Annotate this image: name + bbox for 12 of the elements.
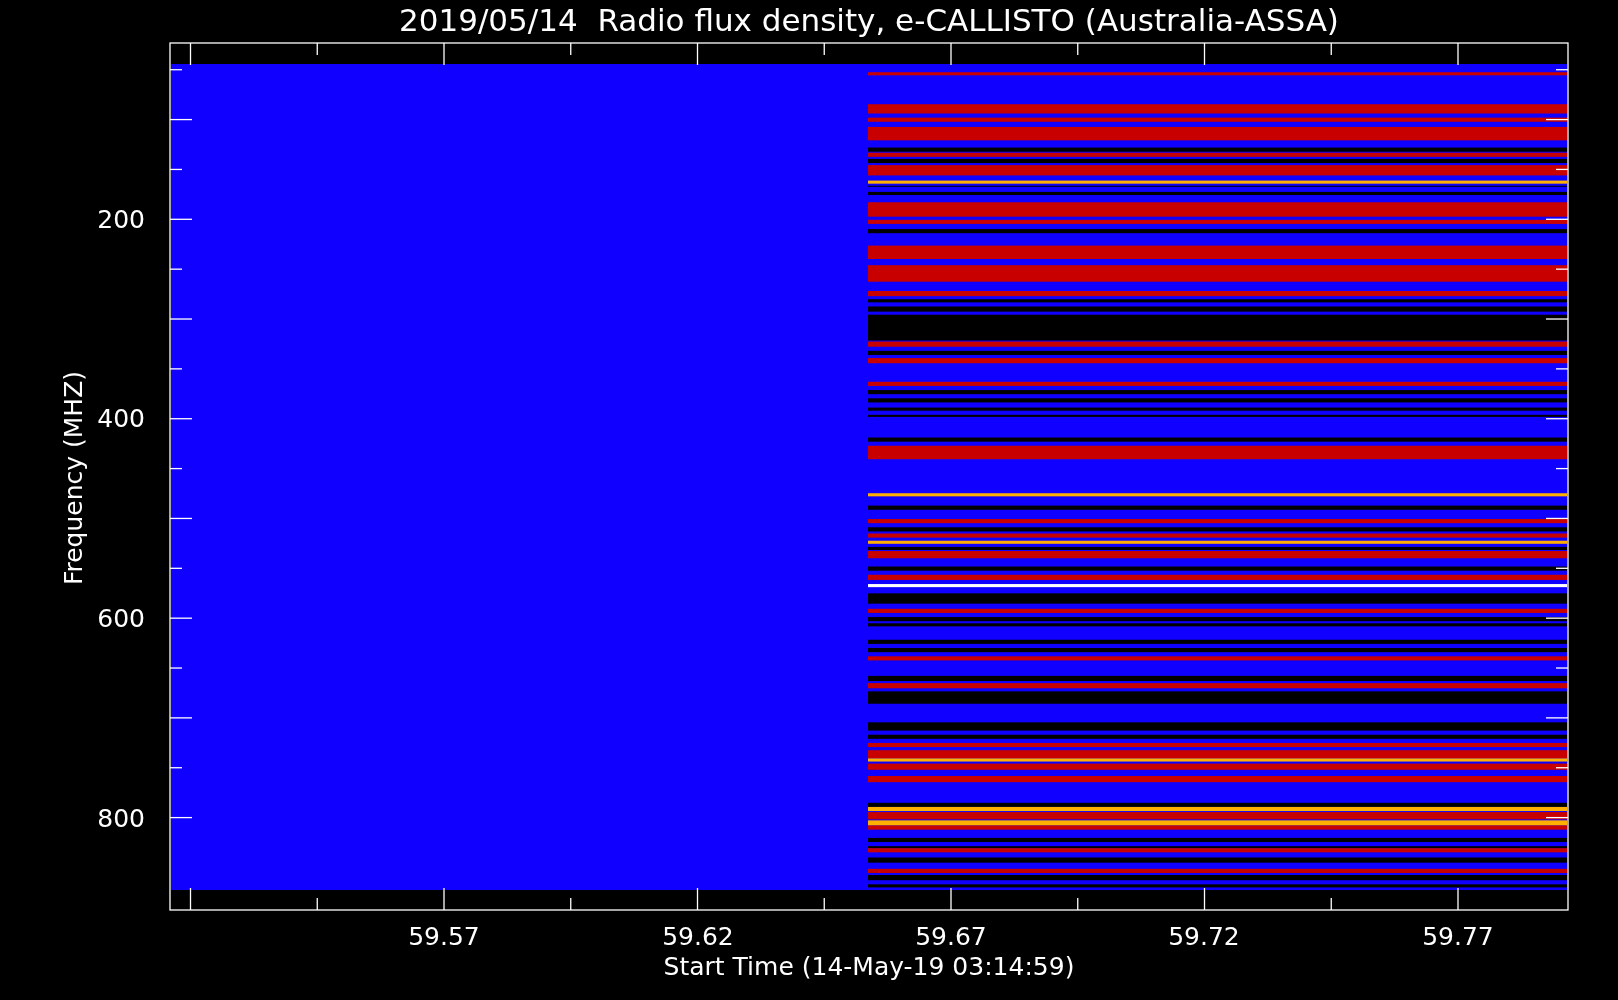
- y-tick-label: 800: [97, 803, 145, 833]
- x-tick-label: 59.67: [915, 922, 987, 951]
- x-tick-label: 59.72: [1168, 922, 1240, 951]
- y-tick-label: 400: [97, 404, 145, 433]
- y-tick-label: 600: [97, 604, 145, 633]
- plot-title: 2019/05/14 Radio flux density, e-CALLISTO (Australia-ASSA): [399, 2, 1339, 38]
- y-axis-title: Frequency (MHZ): [59, 370, 88, 586]
- y-tick-label: 200: [97, 205, 145, 235]
- x-tick-label: 59.57: [408, 922, 480, 951]
- x-tick-label: 59.62: [662, 922, 734, 951]
- x-axis-title: Start Time (14-May-19 03:14:59): [663, 952, 1075, 981]
- x-tick-label: 59.77: [1422, 922, 1494, 951]
